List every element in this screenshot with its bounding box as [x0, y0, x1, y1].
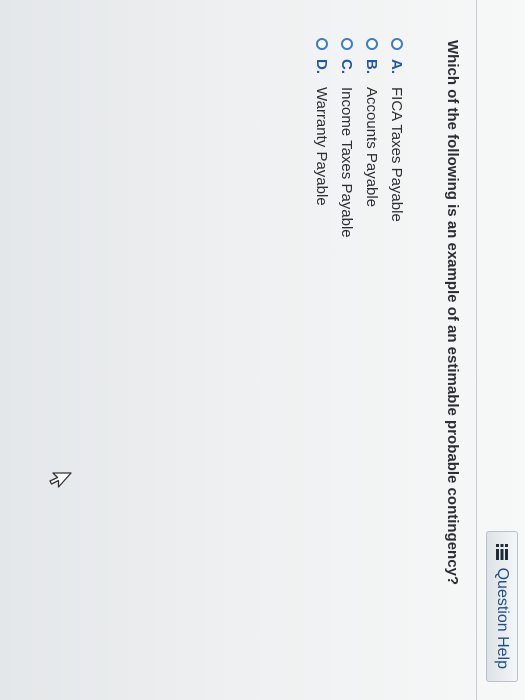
option-c[interactable]: C. Income Taxes Payable — [335, 38, 359, 238]
list-icon — [495, 543, 509, 560]
question-help-button[interactable]: Question Help — [486, 530, 518, 682]
option-label: FICA Taxes Payable — [388, 87, 406, 222]
divider — [476, 0, 477, 700]
option-letter: A. — [388, 59, 406, 74]
radio-button-b[interactable] — [366, 38, 378, 50]
radio-button-d[interactable] — [316, 38, 328, 50]
question-panel: Question Help Which of the following is … — [0, 0, 525, 700]
option-label: Accounts Payable — [363, 87, 381, 208]
option-a[interactable]: A. FICA Taxes Payable — [385, 38, 409, 238]
option-d[interactable]: D. Warranty Payable — [310, 38, 334, 238]
option-letter: C. — [338, 59, 356, 74]
toolbar: Question Help — [485, 530, 519, 682]
answer-options: A. FICA Taxes Payable B. Accounts Payabl… — [309, 38, 409, 238]
mouse-pointer-icon — [48, 472, 72, 490]
question-text: Which of the following is an example of … — [444, 40, 461, 586]
option-label: Warranty Payable — [313, 87, 331, 206]
radio-button-a[interactable] — [391, 38, 403, 50]
option-letter: B. — [363, 59, 381, 74]
option-b[interactable]: B. Accounts Payable — [360, 38, 384, 238]
question-help-label: Question Help — [494, 567, 511, 669]
option-letter: D. — [313, 59, 331, 74]
radio-button-c[interactable] — [341, 38, 353, 50]
option-label: Income Taxes Payable — [338, 87, 356, 238]
